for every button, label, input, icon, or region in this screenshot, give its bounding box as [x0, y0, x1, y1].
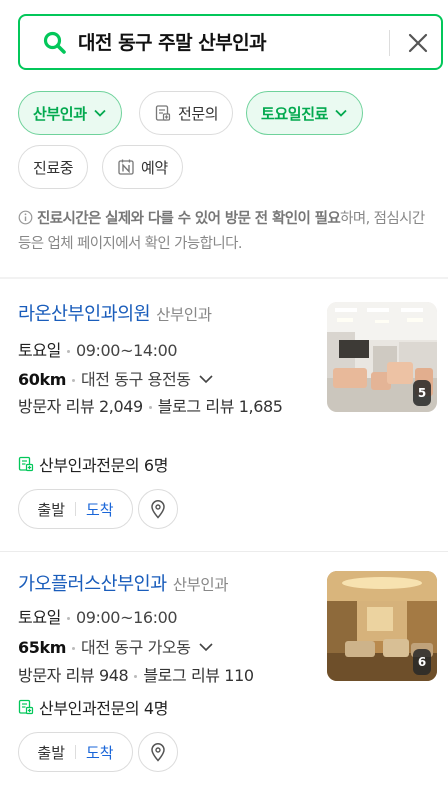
result-title-line: 가오플러스산부인과 산부인과 [18, 570, 229, 596]
specialist-icon [18, 456, 34, 472]
filter-chip-saturday[interactable]: 토요일진료 [246, 91, 364, 135]
address: 대전 동구 용전동 [80, 370, 191, 389]
blog-reviews: 블로그 리뷰 1,685 [157, 397, 283, 416]
depart-button[interactable]: 출발 [37, 742, 65, 763]
review-counts: 방문자 리뷰 2,049 블로그 리뷰 1,685 [18, 393, 308, 420]
address-line[interactable]: 60km 대전 동구 용전동 [18, 366, 214, 390]
route-button[interactable]: 출발 도착 [18, 732, 133, 772]
result-card[interactable]: 가오플러스산부인과 산부인과 토요일 09:00~16:00 65km 대전 동구 가… [0, 570, 448, 795]
search-input[interactable]: 대전 동구 주말 산부인과 [78, 29, 267, 57]
address: 대전 동구 가오동 [80, 638, 191, 657]
chevron-down-icon [93, 109, 106, 117]
photo-count-badge: 5 [413, 380, 431, 406]
specialist-icon [155, 105, 171, 121]
search-bar[interactable]: 대전 동구 주말 산부인과 [18, 14, 443, 70]
address-line[interactable]: 65km 대전 동구 가오동 [18, 634, 214, 658]
filter-chip-label: 토요일진료 [261, 104, 329, 123]
hours-line: 토요일 09:00~16:00 [18, 604, 178, 628]
map-pin-button[interactable] [138, 732, 178, 772]
filter-chip-label: 전문의 [178, 104, 219, 123]
business-day: 토요일 [18, 608, 61, 627]
review-counts: 방문자 리뷰 948 블로그 리뷰 110 [18, 662, 308, 689]
route-button[interactable]: 출발 도착 [18, 489, 133, 529]
distance: 60km [18, 370, 66, 389]
notice-bold-text: 진료시간은 실제와 다를 수 있어 방문 전 확인이 필요 [37, 211, 341, 227]
filter-chip-specialist[interactable]: 전문의 [139, 91, 234, 135]
filter-chip-label: 산부인과 [33, 104, 87, 123]
business-day: 토요일 [18, 341, 61, 360]
close-icon[interactable] [404, 29, 432, 57]
filter-chip-label: 예약 [141, 158, 168, 177]
place-photo[interactable]: 5 [327, 302, 437, 412]
result-divider [0, 551, 448, 552]
booking-icon [118, 159, 134, 175]
blog-reviews: 블로그 리뷰 110 [143, 666, 254, 685]
chevron-down-icon [199, 643, 213, 652]
search-icon [43, 31, 66, 54]
info-icon [18, 210, 33, 225]
hours-line: 토요일 09:00~14:00 [18, 337, 178, 361]
map-pin-button[interactable] [138, 489, 178, 529]
visitor-reviews: 방문자 리뷰 948 [18, 666, 129, 685]
result-title-line: 라온산부인과의원 산부인과 [18, 300, 212, 326]
specialist-info: 산부인과전문의 6명 [18, 452, 168, 476]
place-name-link[interactable]: 라온산부인과의원 [18, 304, 151, 325]
place-photo[interactable]: 6 [327, 571, 437, 681]
specialist-count: 산부인과전문의 4명 [39, 699, 169, 718]
place-name-link[interactable]: 가오플러스산부인과 [18, 574, 167, 595]
place-category: 산부인과 [172, 576, 229, 594]
arrive-button[interactable]: 도착 [86, 499, 114, 520]
business-hours: 09:00~16:00 [75, 608, 178, 627]
filter-chip-obgyn[interactable]: 산부인과 [18, 91, 122, 135]
map-pin-icon [151, 743, 165, 762]
specialist-icon [18, 699, 34, 715]
map-pin-icon [151, 500, 165, 519]
filter-chip-booking[interactable]: 예약 [102, 145, 183, 189]
distance: 65km [18, 638, 66, 657]
filter-chip-open-now[interactable]: 진료중 [18, 145, 89, 189]
arrive-button[interactable]: 도착 [86, 742, 114, 763]
filter-chip-label: 진료중 [33, 158, 74, 177]
result-card[interactable]: 라온산부인과의원 산부인과 토요일 09:00~14:00 60km 대전 동구 용전… [0, 300, 448, 550]
section-divider [0, 277, 448, 279]
visitor-reviews: 방문자 리뷰 2,049 [18, 397, 143, 416]
hours-notice: 진료시간은 실제와 다를 수 있어 방문 전 확인이 필요하며, 점심시간 등은… [18, 207, 436, 257]
place-category: 산부인과 [156, 306, 212, 324]
specialist-count: 산부인과전문의 6명 [39, 456, 169, 475]
business-hours: 09:00~14:00 [75, 341, 178, 360]
search-divider [389, 30, 390, 56]
chevron-down-icon [335, 109, 347, 117]
specialist-info: 산부인과전문의 4명 [18, 695, 168, 719]
chevron-down-icon [199, 375, 213, 384]
depart-button[interactable]: 출발 [37, 499, 65, 520]
photo-count-badge: 6 [413, 649, 431, 675]
